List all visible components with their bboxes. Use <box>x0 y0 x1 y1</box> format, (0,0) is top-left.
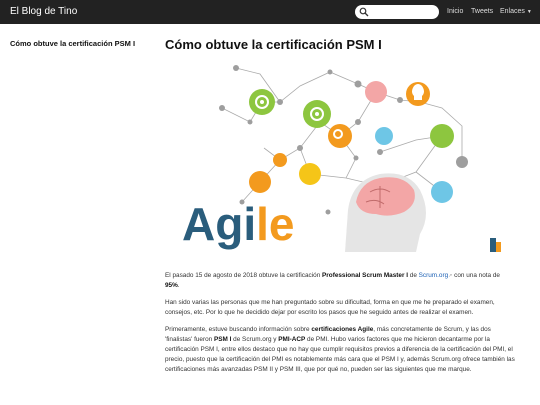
bold-text: 95% <box>165 282 178 289</box>
text-segment: de Scrum.org y <box>231 336 279 343</box>
agile-hero-image: Agile <box>182 65 501 252</box>
text-segment: con una nota de <box>452 272 500 279</box>
navbar: El Blog de Tino Inicio Tweets Enlaces ▼ <box>0 0 540 24</box>
scrum-org-link[interactable]: Scrum.org <box>419 272 448 279</box>
paragraph-search: Primeramente, estuve buscando informació… <box>165 325 515 375</box>
sidebar-item-psm[interactable]: Cómo obtuve la certificación PSM I <box>10 39 135 48</box>
search-input[interactable] <box>355 5 439 19</box>
logo-icon <box>490 238 501 252</box>
bold-text: certificaciones Agile <box>311 326 374 333</box>
bold-text: PMI-ACP <box>278 336 306 343</box>
nav-link-enlaces-label: Enlaces <box>500 8 525 15</box>
text-segment: de <box>408 272 419 279</box>
nav-dropdown-enlaces[interactable]: Enlaces ▼ <box>500 8 532 15</box>
text-segment: El pasado 15 de agosto de 2018 obtuve la… <box>165 272 323 279</box>
caret-down-icon: ▼ <box>526 9 532 15</box>
post-content: El pasado 15 de agosto de 2018 obtuve la… <box>165 271 515 382</box>
nav-link-tweets[interactable]: Tweets <box>471 8 493 15</box>
agile-word: Agile <box>182 198 294 250</box>
bold-text: PSM I <box>213 336 232 343</box>
text-segment: Primeramente, estuve buscando informació… <box>165 326 312 333</box>
site-brand[interactable]: El Blog de Tino <box>10 6 77 17</box>
paragraph-intro: El pasado 15 de agosto de 2018 obtuve la… <box>165 271 515 291</box>
bold-text: Professional Scrum Master I <box>322 272 408 279</box>
sidebar: Cómo obtuve la certificación PSM I <box>10 38 142 50</box>
search-icon <box>359 7 369 17</box>
paragraph-questions: Han sido varias las personas que me han … <box>165 299 495 316</box>
nav-link-inicio[interactable]: Inicio <box>447 8 463 15</box>
text-segment: . <box>177 282 180 289</box>
page-title: Cómo obtuve la certificación PSM I <box>165 37 382 52</box>
